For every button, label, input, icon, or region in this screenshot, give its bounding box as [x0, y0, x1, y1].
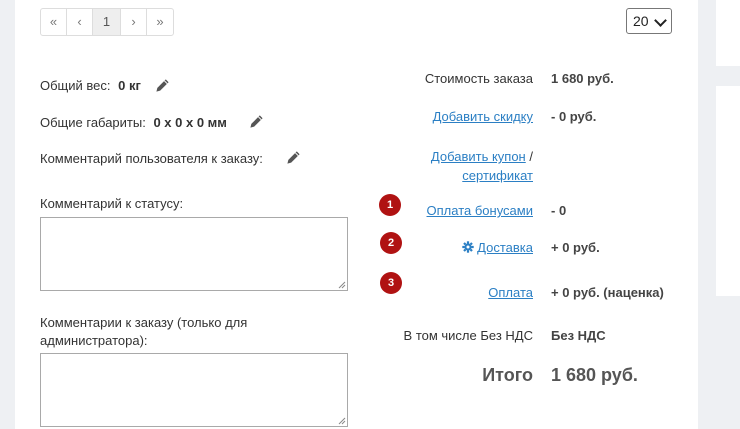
chevron-down-icon: [654, 14, 667, 27]
resize-grip-icon[interactable]: [337, 416, 346, 425]
bonus-payment-container: Оплата бонусами: [427, 203, 533, 218]
total-label: Итого: [482, 365, 533, 385]
admin-comment-label: Комментарии к заказу (только для админис…: [40, 314, 247, 350]
page-size-value: 20: [633, 13, 649, 29]
order-cost-label: Стоимость заказа: [424, 71, 533, 86]
coupon-container: Добавить купон / сертификат: [431, 147, 533, 185]
first-page-button[interactable]: «: [41, 9, 67, 35]
admin-comment-textarea[interactable]: [40, 353, 348, 427]
total-weight: Общий вес: 0 кг: [40, 78, 141, 93]
add-discount-container: Добавить скидку: [433, 109, 533, 124]
status-comment-label: Комментарий к статусу:: [40, 196, 184, 211]
discount-value: - 0 руб.: [551, 109, 597, 124]
total-dimensions: Общие габариты: 0 x 0 x 0 мм: [40, 115, 227, 130]
page-1-button[interactable]: 1: [93, 9, 121, 35]
delivery-value: + 0 руб.: [551, 240, 600, 255]
dimensions-label: Общие габариты:: [40, 115, 146, 130]
bonus-value: - 0: [551, 203, 567, 218]
side-card: [716, 0, 740, 66]
step-badge-1: 1: [379, 194, 401, 216]
status-comment-textarea[interactable]: [40, 217, 348, 291]
bonus-payment-link[interactable]: Оплата бонусами: [427, 203, 533, 218]
step-badge-3: 3: [380, 272, 402, 294]
coupon-separator: /: [529, 149, 533, 164]
payment-value: + 0 руб. (наценка): [551, 285, 664, 300]
weight-label: Общий вес:: [40, 78, 111, 93]
pencil-icon[interactable]: [249, 114, 264, 129]
order-cost-value: 1 680 руб.: [551, 71, 614, 86]
delivery-link[interactable]: Доставка: [477, 240, 533, 255]
total-value: 1 680 руб.: [551, 365, 638, 385]
payment-container: Оплата: [488, 285, 533, 300]
pencil-icon[interactable]: [155, 78, 170, 93]
dimensions-value: 0 x 0 x 0 мм: [153, 115, 227, 130]
payment-link[interactable]: Оплата: [488, 285, 533, 300]
vat-label: В том числе Без НДС: [403, 328, 533, 343]
pagination: « ‹ 1 › »: [40, 8, 174, 36]
certificate-link[interactable]: сертификат: [462, 168, 533, 183]
gear-icon: [462, 241, 474, 253]
delivery-container: Доставка: [462, 240, 533, 255]
resize-grip-icon[interactable]: [337, 280, 346, 289]
step-badge-2: 2: [380, 232, 402, 254]
pencil-icon[interactable]: [286, 150, 301, 165]
weight-value: 0 кг: [118, 78, 141, 93]
page-size-select[interactable]: 20: [626, 8, 672, 34]
admin-comment-label-line2: администратора):: [40, 333, 148, 348]
last-page-button[interactable]: »: [147, 9, 173, 35]
admin-comment-label-line1: Комментарии к заказу (только для: [40, 315, 248, 330]
next-page-button[interactable]: ›: [121, 9, 147, 35]
add-coupon-link[interactable]: Добавить купон: [431, 149, 526, 164]
prev-page-button[interactable]: ‹: [67, 9, 93, 35]
vat-value: Без НДС: [551, 328, 606, 343]
add-discount-link[interactable]: Добавить скидку: [433, 109, 533, 124]
side-card: [716, 86, 740, 296]
user-comment-label: Комментарий пользователя к заказу:: [40, 151, 263, 166]
